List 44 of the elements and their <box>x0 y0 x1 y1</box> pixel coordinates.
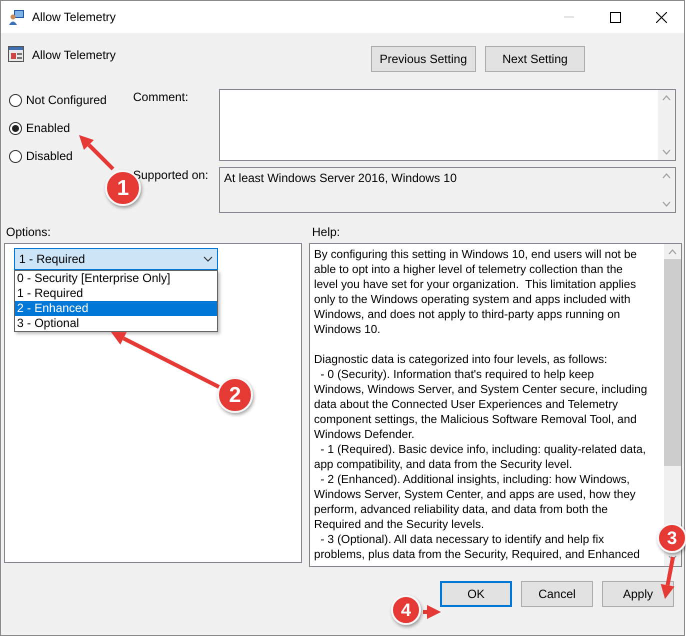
maximize-icon <box>610 12 620 22</box>
radio-label[interactable]: Enabled <box>26 121 70 135</box>
arrow <box>423 605 441 619</box>
dropdown-option[interactable]: 3 - Optional <box>15 316 217 331</box>
radio-button[interactable] <box>9 150 22 162</box>
dialog-button[interactable]: OK <box>440 581 512 607</box>
dialog-button[interactable]: Apply <box>602 581 674 607</box>
dropdown-option[interactable]: 2 - Enhanced <box>15 301 217 316</box>
supported-on-text: At least Windows Server 2016, Windows 10 <box>223 170 458 187</box>
dialog-button[interactable]: Cancel <box>521 581 593 607</box>
arrow <box>660 556 675 599</box>
help-label: Help: <box>312 225 340 239</box>
policy-settings-icon <box>8 46 24 62</box>
close-icon <box>656 12 666 22</box>
radio-label[interactable]: Not Configured <box>26 93 107 107</box>
scroll-up-icon[interactable] <box>668 249 677 255</box>
radio-label[interactable]: Disabled <box>26 149 73 163</box>
dropdown-option[interactable]: 0 - Security [Enterprise Only] <box>15 271 217 286</box>
next-setting-button[interactable]: Next Setting <box>485 46 585 72</box>
chevron-down-icon <box>203 256 213 262</box>
help-paragraph: By configuring this setting in Windows 10, end users will not be able to opt into a higher level of telemetry collection than the level you have set for your organization. This limitation applies only to the Windows operating system and apps included with Windows, and does not apply to third-party apps running on Windows 10. <box>314 247 638 337</box>
minimize-icon <box>564 16 574 18</box>
scroll-down-icon[interactable] <box>662 149 671 155</box>
window-title: Allow Telemetry <box>32 10 117 24</box>
scroll-up-icon[interactable] <box>662 95 671 101</box>
dropdown-option[interactable]: 1 - Required <box>15 286 217 301</box>
setting-title: Allow Telemetry <box>32 48 117 62</box>
help-paragraph: Diagnostic data is categorized into four levels, as follows: - 0 (Security). Information that's required to help keep Windows, Windows Server, and System Center secure, including data about the Connected User Experiences and Telemetry component settings, the Malicious Software Removal Tool, and Windows Defender. - 1 (Required). Basic device info, including: quality-related data, app compatibility, and data from the Security level. - 2 (Enhanced). Additional insights, including: how Windows, Windows Server, System Center, and apps are used, how they perform, advanced reliability data, and data from both the Required and the Security levels. - 3 (Optional). All data necessary to identify and help fix problems, plus data from the Security, Required, and Enhanced <box>314 352 648 562</box>
comment-field[interactable] <box>219 89 676 161</box>
scrollbar[interactable] <box>664 244 681 566</box>
comment-label: Comment: <box>133 89 190 106</box>
scroll-thumb[interactable] <box>664 259 681 466</box>
previous-setting-button[interactable]: Previous Setting <box>370 46 476 72</box>
arrow <box>79 135 114 170</box>
step-number-badge: 4 <box>391 595 421 625</box>
scroll-down-icon[interactable] <box>662 201 671 207</box>
scroll-down-icon[interactable] <box>668 555 677 561</box>
options-label: Options: <box>6 225 52 239</box>
level-dropdown[interactable]: 1 - Required <box>14 248 218 270</box>
computer-user-icon <box>9 9 25 25</box>
radio-button[interactable] <box>9 94 22 106</box>
supported-on-label: Supported on: <box>133 167 210 184</box>
scroll-up-icon[interactable] <box>662 173 671 179</box>
radio-button[interactable] <box>9 122 22 134</box>
